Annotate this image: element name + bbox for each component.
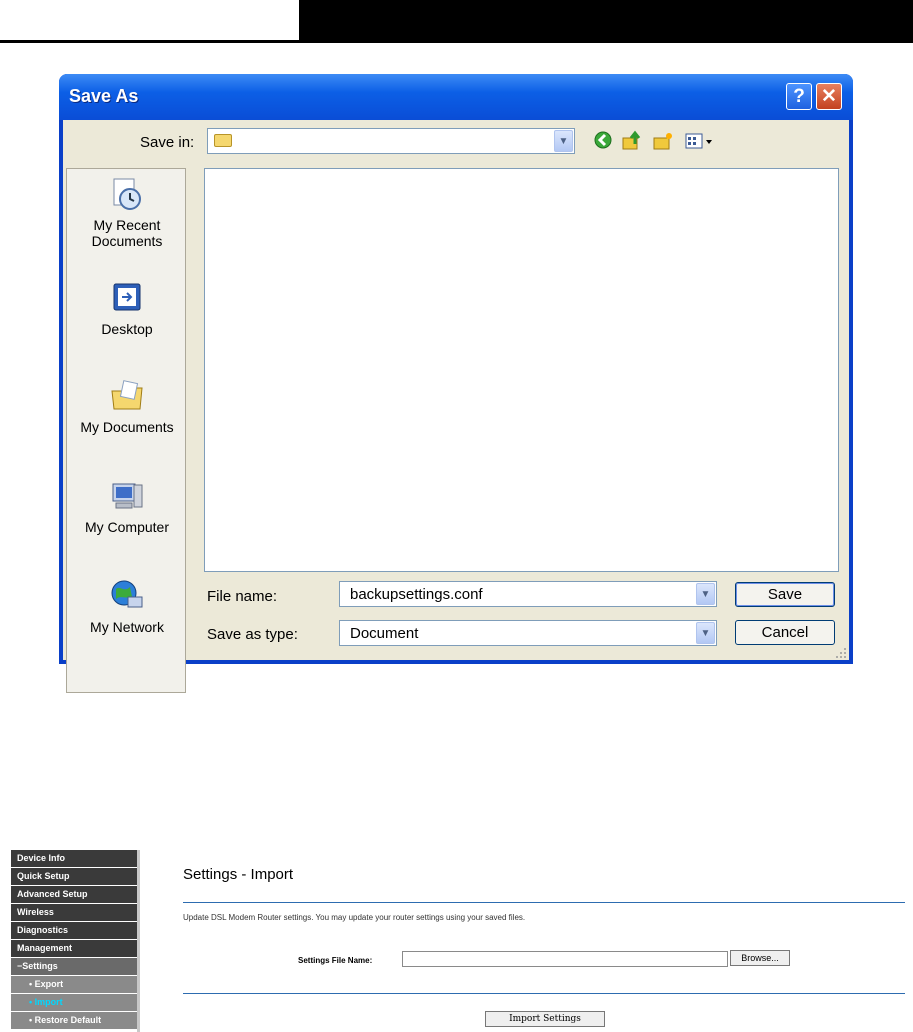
chevron-down-icon[interactable]: ▼	[696, 583, 715, 605]
place-label: Desktop	[101, 321, 153, 337]
title-separator	[183, 902, 905, 903]
file-list-view[interactable]	[204, 168, 839, 572]
place-label: My Documents	[80, 419, 174, 435]
help-button[interactable]: ?	[786, 83, 812, 110]
recent-documents-icon	[110, 177, 144, 211]
sidebar-item-diagnostics[interactable]: Diagnostics	[11, 922, 137, 939]
place-label: My Network	[90, 619, 164, 635]
dialog-title: Save As	[69, 86, 139, 106]
page-description: Update DSL Modem Router settings. You ma…	[183, 913, 526, 922]
up-folder-icon[interactable]	[621, 130, 643, 152]
file-name-label: File name:	[207, 588, 278, 605]
save-button[interactable]: Save	[735, 582, 835, 607]
view-menu-icon[interactable]	[683, 130, 717, 152]
place-recent-documents[interactable]: My Recent Documents	[67, 177, 187, 249]
desktop-icon	[110, 281, 144, 315]
chevron-down-icon[interactable]: ▼	[554, 130, 573, 152]
file-name-value: backupsettings.conf	[350, 586, 483, 603]
place-desktop[interactable]: Desktop	[67, 281, 187, 337]
place-label: My Recent Documents	[91, 217, 163, 249]
sidebar-item-advanced-setup[interactable]: Advanced Setup	[11, 886, 137, 903]
cancel-button[interactable]: Cancel	[735, 620, 835, 645]
save-in-label: Save in:	[140, 134, 195, 151]
save-as-type-value: Document	[350, 625, 419, 642]
page-title: Settings - Import	[183, 866, 294, 883]
sidebar-item-export[interactable]: • Export	[11, 976, 137, 993]
sidebar-item-import[interactable]: • Import	[11, 994, 137, 1011]
sidebar-item-device-info[interactable]: Device Info	[11, 850, 137, 867]
place-my-computer[interactable]: My Computer	[67, 479, 187, 535]
save-in-dropdown[interactable]: ▼	[207, 128, 575, 154]
page-header-rule	[0, 40, 913, 43]
place-my-documents[interactable]: My Documents	[67, 379, 187, 435]
router-sidebar: Device Info Quick Setup Advanced Setup W…	[11, 850, 137, 1030]
my-documents-icon	[110, 379, 144, 413]
settings-file-label: Settings File Name:	[298, 956, 373, 965]
page-header-bar	[299, 0, 913, 40]
back-icon[interactable]	[592, 130, 614, 152]
place-my-network[interactable]: My Network	[67, 579, 187, 635]
settings-file-input[interactable]	[402, 951, 728, 967]
sidebar-item-settings[interactable]: −Settings	[11, 958, 137, 975]
form-separator	[183, 993, 905, 994]
sidebar-item-wireless[interactable]: Wireless	[11, 904, 137, 921]
new-folder-icon[interactable]	[652, 130, 674, 152]
sidebar-item-management[interactable]: Management	[11, 940, 137, 957]
router-content: Settings - Import Update DSL Modem Route…	[140, 850, 913, 1032]
save-as-dialog: Save As ? ✕ Save in: ▼ My Recent Documen…	[59, 74, 853, 693]
save-as-type-dropdown[interactable]: Document ▼	[339, 620, 717, 646]
chevron-down-icon[interactable]: ▼	[696, 622, 715, 644]
dialog-body: Save in: ▼ My Recent Documents Desktop M…	[63, 120, 849, 693]
place-label: My Computer	[84, 519, 170, 535]
file-name-input[interactable]: backupsettings.conf ▼	[339, 581, 717, 607]
sidebar-item-restore-default[interactable]: • Restore Default	[11, 1012, 137, 1029]
my-network-icon	[110, 579, 144, 613]
close-button[interactable]: ✕	[816, 83, 842, 110]
import-settings-button[interactable]: Import Settings	[485, 1011, 605, 1027]
folder-icon	[214, 134, 232, 147]
dialog-titlebar[interactable]: Save As ? ✕	[59, 74, 853, 120]
sidebar-item-quick-setup[interactable]: Quick Setup	[11, 868, 137, 885]
browse-button[interactable]: Browse...	[730, 950, 790, 966]
save-as-type-label: Save as type:	[207, 626, 298, 643]
resize-grip-icon[interactable]	[835, 646, 847, 658]
my-computer-icon	[110, 479, 144, 513]
places-bar: My Recent Documents Desktop My Documents…	[66, 168, 186, 693]
